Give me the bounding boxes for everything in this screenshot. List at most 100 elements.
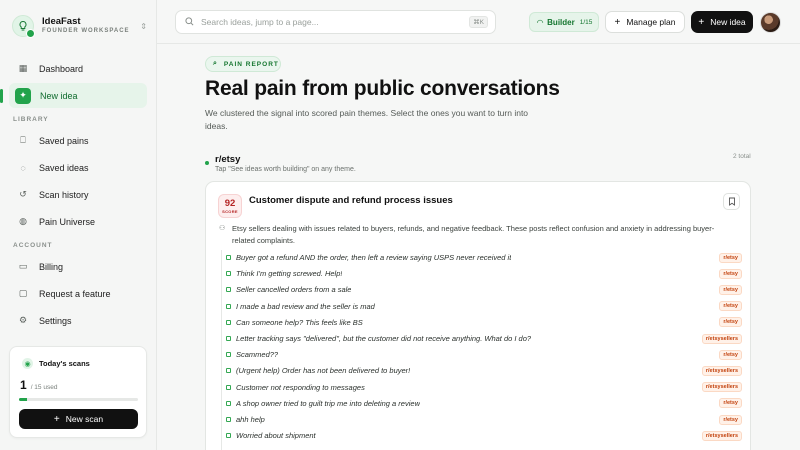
workspace-switcher[interactable]: IdeaFast FOUNDER WORKSPACE ⇕ (12, 12, 147, 40)
post-title: Seller cancelled orders from a sale (236, 285, 352, 295)
bookmark-button[interactable] (723, 193, 740, 210)
search-icon: ⌕ (213, 60, 218, 67)
plus-icon: + (53, 413, 60, 425)
gear-icon: ⚙ (18, 315, 28, 325)
subreddit-tag[interactable]: r/etsysellers (701, 382, 742, 393)
page-description: We clustered the signal into scored pain… (205, 108, 529, 131)
bookmark-icon (728, 197, 735, 206)
post-row[interactable]: ahh help r/etsy (226, 413, 742, 426)
sidebar-item-scan-history[interactable]: ↺ Scan history (9, 182, 147, 207)
post-row[interactable]: Worried about shipment r/etsysellers (226, 429, 742, 442)
post-row[interactable]: Buyer got a refund AND the order, then l… (226, 251, 742, 264)
sidebar-item-request-feature[interactable]: ▢ Request a feature (9, 281, 147, 306)
theme-summary: ⚇ Etsy sellers dealing with issues relat… (219, 223, 719, 247)
sidebar-item-saved-ideas[interactable]: ◌ Saved ideas (9, 155, 147, 180)
subreddit-tag[interactable]: r/etsysellers (701, 430, 742, 441)
search-shortcut: ⌘K (469, 16, 488, 28)
post-row[interactable]: Customer not responding to messages r/ets… (226, 381, 742, 394)
sidebar-item-label: Saved pains (39, 135, 89, 146)
sidebar: IdeaFast FOUNDER WORKSPACE ⇕ ▦ Dashboard… (0, 0, 157, 450)
subreddit-tag[interactable]: r/etsy (719, 398, 742, 409)
group-name: r/etsy (215, 154, 241, 165)
sidebar-item-new-idea[interactable]: ✦ New idea (9, 83, 147, 108)
new-idea-button[interactable]: + New idea (691, 11, 753, 33)
sidebar-item-label: Scan history (39, 189, 89, 200)
group-status-dot (205, 161, 209, 165)
builder-label: Builder (547, 17, 575, 27)
manage-plan-button[interactable]: + Manage plan (605, 11, 685, 33)
sidebar-item-label: Settings (39, 315, 72, 326)
todays-scans-card: ◉ Today's scans 1 / 15 used + New scan (9, 346, 147, 438)
sidebar-item-saved-pains[interactable]: ⎕ Saved pains (9, 128, 147, 153)
lightbulb-icon: ◌ (20, 162, 26, 173)
scans-title-row: ◉ Today's scans (22, 358, 90, 369)
new-scan-label: New scan (65, 414, 104, 424)
subreddit-tag[interactable]: r/etsysellers (701, 333, 742, 344)
pill-label: PAIN REPORT (223, 60, 279, 68)
post-title: A shop owner tried to guilt trip me into… (236, 398, 420, 408)
post-title: Letter tracking says "delivered", but th… (236, 334, 532, 343)
score-badge: 92 SCORE (218, 194, 242, 218)
post-row[interactable]: Letter tracking says "delivered", but th… (226, 332, 742, 345)
card-icon: ▭ (18, 261, 28, 271)
scan-icon: ◉ (22, 358, 33, 369)
grid-icon: ▦ (18, 63, 28, 73)
subreddit-tag[interactable]: r/etsy (719, 252, 742, 263)
group-hint: Tap "See ideas worth building" on any th… (215, 166, 356, 173)
pain-theme-card: 92 SCORE Customer dispute and refund pro… (205, 181, 751, 450)
group-total: 2 total (733, 153, 751, 160)
gauge-icon: ◠ (537, 17, 544, 27)
post-row[interactable]: Think I'm getting screwed. Help! r/etsy (226, 267, 742, 280)
sidebar-item-label: New idea (40, 90, 78, 101)
sidebar-item-label: Dashboard (39, 63, 84, 74)
post-title: Worried about shipment (236, 431, 316, 441)
scans-used: 1 (20, 378, 27, 392)
search-placeholder: Search ideas, jump to a page... (201, 17, 319, 27)
scans-count: 1 / 15 used (20, 378, 57, 392)
builder-count: 1/15 (579, 18, 593, 26)
post-icon (226, 384, 231, 390)
post-row[interactable]: Can someone help? This feels like BS r/et… (226, 316, 742, 329)
brand-name: IdeaFast (42, 16, 81, 27)
post-row[interactable]: A shop owner tried to guilt trip me into… (226, 397, 742, 410)
sidebar-item-label: Saved ideas (39, 162, 89, 173)
post-title: Scammed?? (236, 350, 279, 360)
posts-divider (221, 250, 222, 450)
post-icon (226, 368, 231, 374)
sidebar-item-label: Request a feature (39, 288, 111, 299)
sidebar-item-dashboard[interactable]: ▦ Dashboard (9, 56, 147, 81)
subreddit-tag[interactable]: r/etsy (719, 317, 742, 328)
globe-icon: ◍ (19, 216, 27, 226)
history-icon: ↺ (19, 189, 27, 199)
scans-title: Today's scans (39, 359, 90, 368)
post-title: Think I'm getting screwed. Help! (236, 269, 343, 279)
sidebar-item-label: Pain Universe (39, 216, 96, 227)
subreddit-tag[interactable]: r/etsy (719, 414, 742, 425)
builder-plan-badge[interactable]: ◠ Builder 1/15 (529, 12, 599, 32)
sidebar-item-billing[interactable]: ▭ Billing (9, 254, 147, 279)
post-icon (226, 400, 231, 406)
search-input[interactable]: Search ideas, jump to a page... ⌘K (175, 10, 496, 34)
post-icon (226, 271, 231, 277)
new-scan-button[interactable]: + New scan (19, 409, 138, 429)
post-icon (226, 255, 231, 260)
post-row[interactable]: (Urgent help) Order has not been deliver… (226, 364, 742, 377)
subreddit-tag[interactable]: r/etsy (719, 301, 742, 312)
subreddit-tag[interactable]: r/etsy (719, 284, 742, 295)
post-row[interactable]: Scammed?? r/etsy (226, 348, 742, 361)
post-title: Can someone help? This feels like BS (236, 317, 363, 327)
brand-subtitle: FOUNDER WORKSPACE (42, 28, 130, 34)
avatar[interactable] (760, 12, 781, 33)
subreddit-tag[interactable]: r/etsy (719, 268, 742, 279)
sidebar-item-settings[interactable]: ⚙ Settings (9, 308, 147, 333)
sidebar-item-pain-universe[interactable]: ◍ Pain Universe (9, 209, 147, 234)
message-icon: ▢ (18, 288, 28, 298)
page-title: Real pain from public conversations (205, 77, 560, 100)
subreddit-tag[interactable]: r/etsysellers (701, 365, 742, 376)
post-row[interactable]: Seller cancelled orders from a sale r/ets… (226, 283, 742, 296)
plus-icon: + (698, 16, 705, 28)
manage-plan-label: Manage plan (626, 17, 676, 27)
post-row[interactable]: I made a bad review and the seller is ma… (226, 300, 742, 313)
active-indicator (0, 89, 3, 103)
subreddit-tag[interactable]: r/etsy (719, 349, 742, 360)
